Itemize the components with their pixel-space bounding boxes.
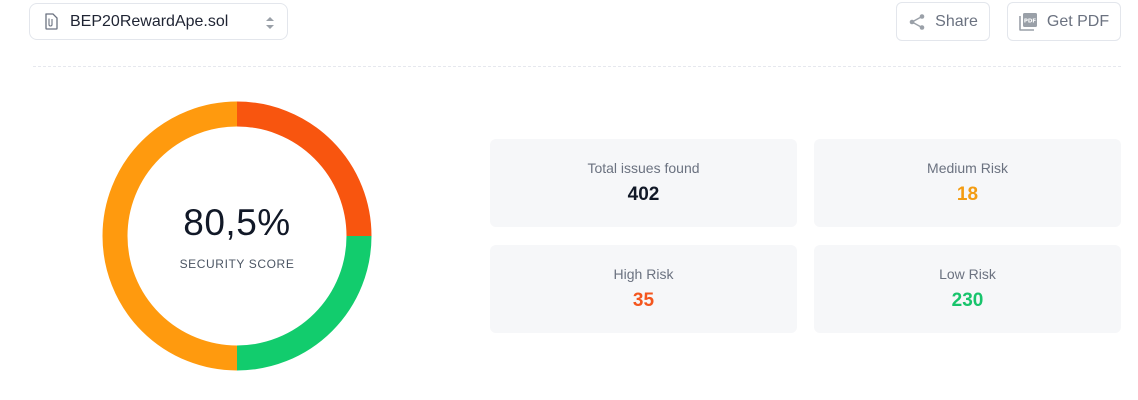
section-divider [33,66,1121,67]
stat-card-medium-risk: Medium Risk 18 [814,139,1121,227]
share-icon [908,13,926,31]
security-score-value: 80,5% [183,202,291,243]
file-selector[interactable]: BEP20RewardApe.sol [29,3,288,40]
security-score-chart: 80,5% SECURITY SCORE [102,101,372,371]
stat-label: Medium Risk [927,160,1008,176]
stat-label: High Risk [613,266,674,282]
stat-label: Low Risk [939,266,996,282]
donut-segment-low [236,235,372,371]
file-icon [44,13,60,31]
sort-arrows-icon [265,15,275,31]
pdf-icon: PDF [1019,12,1038,31]
svg-text:PDF: PDF [1024,19,1037,25]
stat-card-high-risk: High Risk 35 [490,245,797,333]
stat-value: 18 [956,184,979,205]
stat-value: 35 [632,290,655,311]
get-pdf-label: Get PDF [1046,12,1110,30]
security-score-label: SECURITY SCORE [179,257,295,271]
stat-card-low-risk: Low Risk 230 [814,245,1121,333]
stat-value: 402 [627,184,660,205]
share-button[interactable]: Share [896,2,990,41]
stat-label: Total issues found [587,160,700,176]
share-label: Share [935,12,978,30]
file-name: BEP20RewardApe.sol [70,12,229,30]
get-pdf-button[interactable]: PDF Get PDF [1007,2,1121,41]
stat-value: 230 [951,290,984,311]
stat-card-total: Total issues found 402 [490,139,797,227]
